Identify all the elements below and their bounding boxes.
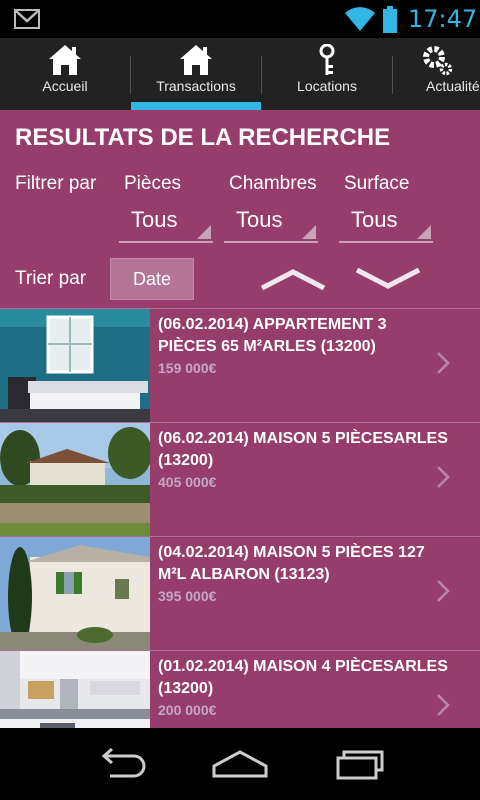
key-icon bbox=[319, 44, 335, 75]
tab-locations[interactable]: Locations bbox=[262, 38, 392, 110]
tab-label: Transactions bbox=[156, 78, 236, 94]
filter-surface: Surface bbox=[344, 173, 409, 195]
filter-pieces-spinner[interactable]: Tous bbox=[119, 203, 213, 243]
filter-chambres-spinner[interactable]: Tous bbox=[224, 203, 318, 243]
recent-apps-icon[interactable] bbox=[330, 746, 390, 782]
tab-transactions[interactable]: Transactions bbox=[131, 38, 261, 110]
filter-chambres: Chambres bbox=[229, 173, 317, 195]
sort-label: Trier par bbox=[15, 268, 87, 289]
sort-ascending-icon[interactable] bbox=[258, 266, 328, 292]
spinner-triangle-icon bbox=[197, 225, 211, 239]
filter-surface-label: Surface bbox=[344, 173, 410, 194]
listing-title: (04.02.2014) MAISON 5 PIÈCES 127 M²L ALB… bbox=[158, 544, 425, 583]
list-item[interactable]: (01.02.2014) MAISON 4 PIÈCESARLES (13200… bbox=[0, 650, 480, 728]
tab-bar: Accueil Transactions Locations Actualité… bbox=[0, 38, 480, 110]
chevron-right-icon bbox=[437, 352, 450, 374]
spinner-triangle-icon bbox=[417, 225, 431, 239]
listing-title: (06.02.2014) APPARTEMENT 3 PIÈCES 65 M²A… bbox=[158, 316, 387, 355]
listing-title: (01.02.2014) MAISON 4 PIÈCESARLES (13200… bbox=[158, 658, 448, 697]
list-item[interactable]: (04.02.2014) MAISON 5 PIÈCES 127 M²L ALB… bbox=[0, 536, 480, 650]
back-icon[interactable] bbox=[90, 746, 150, 782]
wifi-icon bbox=[345, 7, 375, 31]
spinner-value: Tous bbox=[351, 207, 398, 232]
chevron-right-icon bbox=[437, 694, 450, 716]
status-bar: 17:47 bbox=[0, 0, 480, 38]
tab-actualites[interactable]: Actualités bbox=[393, 38, 480, 110]
filter-label: Filtrer par bbox=[15, 173, 97, 194]
filter-pieces: Pièces bbox=[124, 173, 181, 195]
spinner-value: Tous bbox=[236, 207, 283, 232]
list-item[interactable]: (06.02.2014) APPARTEMENT 3 PIÈCES 65 M²A… bbox=[0, 308, 480, 422]
selected-tab-indicator bbox=[131, 102, 261, 110]
listing-price: 395 000€ bbox=[158, 588, 217, 604]
tab-label: Actualités bbox=[426, 78, 480, 94]
battery-icon bbox=[383, 6, 397, 33]
filter-surface-spinner[interactable]: Tous bbox=[339, 203, 433, 243]
spinner-value: Tous bbox=[131, 207, 178, 232]
home-nav-icon[interactable] bbox=[210, 746, 270, 782]
listing-price: 405 000€ bbox=[158, 474, 217, 490]
tab-label: Locations bbox=[297, 78, 357, 94]
gear-icon bbox=[422, 46, 452, 76]
page-title: RESULTATS DE LA RECHERCHE bbox=[15, 124, 391, 151]
listing-title: (06.02.2014) MAISON 5 PIÈCESARLES (13200… bbox=[158, 430, 448, 469]
sort-descending-icon[interactable] bbox=[353, 266, 423, 292]
chevron-right-icon bbox=[437, 580, 450, 602]
gmail-icon bbox=[14, 9, 40, 29]
tab-label: Accueil bbox=[42, 78, 88, 94]
home-icon bbox=[49, 45, 81, 75]
list-item[interactable]: (06.02.2014) MAISON 5 PIÈCESARLES (13200… bbox=[0, 422, 480, 536]
filter-pieces-label: Pièces bbox=[124, 173, 182, 194]
spinner-triangle-icon bbox=[302, 225, 316, 239]
bedroom-photo bbox=[0, 309, 150, 422]
kitchen-photo bbox=[0, 651, 150, 728]
navigation-bar bbox=[0, 728, 480, 800]
listing-price: 159 000€ bbox=[158, 360, 217, 376]
home-icon bbox=[180, 45, 212, 75]
filter-chambres-label: Chambres bbox=[229, 173, 317, 194]
white-house-photo bbox=[0, 537, 150, 650]
sort-date-button[interactable]: Date bbox=[110, 258, 194, 300]
status-clock: 17:47 bbox=[408, 5, 478, 33]
chevron-right-icon bbox=[437, 466, 450, 488]
tab-accueil[interactable]: Accueil bbox=[0, 38, 130, 110]
house-garden-photo bbox=[0, 423, 150, 536]
search-results-panel: RESULTATS DE LA RECHERCHE Filtrer par Pi… bbox=[0, 110, 480, 728]
listing-price: 200 000€ bbox=[158, 702, 217, 718]
